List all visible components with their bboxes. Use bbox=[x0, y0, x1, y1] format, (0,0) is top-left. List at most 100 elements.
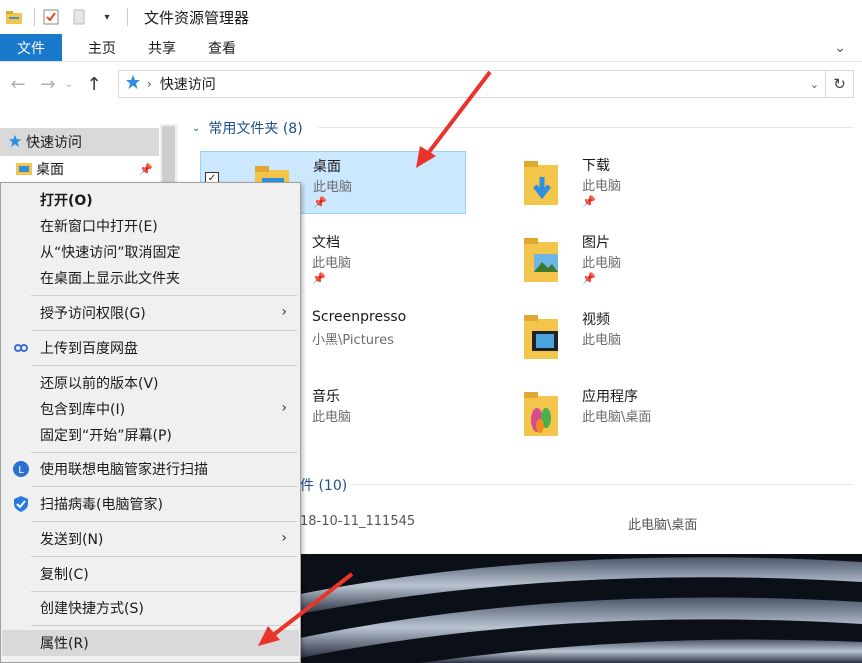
star-icon bbox=[8, 134, 22, 152]
menu-divider bbox=[31, 625, 297, 626]
menu-item-label: 打开(O) bbox=[40, 193, 93, 209]
menu-item-open[interactable]: 打开(O) bbox=[2, 187, 299, 213]
title-bar: ▾ 文件资源管理器 bbox=[0, 0, 862, 34]
menu-item-label: 创建快捷方式(S) bbox=[40, 601, 144, 617]
folder-location: 此电脑 bbox=[312, 256, 352, 271]
properties-quick-icon[interactable] bbox=[41, 7, 61, 27]
forward-arrow-icon[interactable]: → bbox=[36, 72, 60, 96]
recent-files-header[interactable]: 件 (10) bbox=[300, 475, 347, 495]
group-title: 常用文件夹 (8) bbox=[208, 121, 303, 137]
breadcrumb-chevron-icon[interactable]: › bbox=[147, 77, 152, 91]
recent-file-name[interactable]: 18-10-11_111545 bbox=[300, 514, 415, 529]
pin-icon: 📌 bbox=[582, 195, 596, 208]
folder-tile-applications[interactable]: 应用程序 此电脑\桌面 bbox=[470, 382, 736, 445]
menu-divider bbox=[31, 295, 297, 296]
group-title: 件 (10) bbox=[300, 478, 348, 494]
menu-item-label: 还原以前的版本(V) bbox=[40, 376, 159, 392]
back-arrow-icon[interactable]: ← bbox=[6, 72, 30, 96]
folder-name: 文档 bbox=[312, 235, 340, 251]
address-bar[interactable]: › 快速访问 ⌄ bbox=[118, 70, 826, 98]
ribbon-tabs: 文件 主页 共享 查看 ⌄ bbox=[0, 34, 862, 62]
pin-icon: 📌 bbox=[312, 272, 326, 285]
menu-item-label: 属性(R) bbox=[40, 636, 89, 652]
new-folder-quick-icon[interactable] bbox=[69, 7, 89, 27]
sidebar-item-desktop[interactable]: 桌面 📌 bbox=[0, 156, 159, 182]
sidebar-item-label: 桌面 bbox=[36, 162, 64, 178]
scrollbar-thumb[interactable] bbox=[162, 126, 175, 186]
folder-app-icon[interactable] bbox=[4, 7, 24, 27]
breadcrumb-quick-access[interactable]: 快速访问 bbox=[160, 74, 216, 94]
menu-divider bbox=[31, 365, 297, 366]
menu-divider bbox=[31, 521, 297, 522]
menu-item-create-shortcut[interactable]: 创建快捷方式(S) bbox=[2, 595, 299, 621]
menu-item-send-to[interactable]: 发送到(N) › bbox=[2, 526, 299, 552]
menu-item-label: 固定到“开始”屏幕(P) bbox=[40, 428, 172, 444]
folder-name: 视频 bbox=[582, 312, 610, 328]
menu-item-label: 上传到百度网盘 bbox=[40, 341, 138, 357]
menu-item-label: 在桌面上显示此文件夹 bbox=[40, 271, 180, 287]
tab-file[interactable]: 文件 bbox=[0, 34, 62, 61]
folder-tile-videos[interactable]: 视频 此电脑 bbox=[470, 305, 736, 368]
folder-location: 此电脑 bbox=[582, 333, 622, 348]
refresh-icon[interactable]: ↻ bbox=[826, 70, 854, 98]
menu-divider bbox=[31, 591, 297, 592]
tab-view[interactable]: 查看 bbox=[192, 34, 252, 61]
navigation-bar: ← → ⌄ ↑ › 快速访问 ⌄ ↻ bbox=[0, 62, 862, 106]
tab-share[interactable]: 共享 bbox=[132, 34, 192, 61]
lenovo-manager-icon: L bbox=[12, 460, 30, 478]
baidu-netdisk-icon bbox=[12, 339, 30, 357]
menu-item-label: 授予访问权限(G) bbox=[40, 306, 146, 322]
address-dropdown-icon[interactable]: ⌄ bbox=[810, 78, 819, 91]
up-arrow-icon[interactable]: ↑ bbox=[82, 72, 106, 96]
folder-tile-downloads[interactable]: 下载 此电脑 📌 bbox=[470, 151, 736, 214]
frequent-folders-header[interactable]: ⌄ 常用文件夹 (8) bbox=[192, 118, 303, 138]
menu-item-give-access[interactable]: 授予访问权限(G) › bbox=[2, 300, 299, 326]
menu-item-pin-start[interactable]: 固定到“开始”屏幕(P) bbox=[2, 422, 299, 448]
expand-ribbon-icon[interactable]: ⌄ bbox=[834, 34, 846, 61]
recent-locations-icon[interactable]: ⌄ bbox=[62, 72, 76, 96]
menu-item-lenovo-scan[interactable]: L 使用联想电脑管家进行扫描 bbox=[2, 456, 299, 482]
tab-home[interactable]: 主页 bbox=[72, 34, 132, 61]
menu-item-include-library[interactable]: 包含到库中(I) › bbox=[2, 396, 299, 422]
menu-item-label: 扫描病毒(电脑管家) bbox=[40, 497, 163, 513]
menu-item-upload-baidu[interactable]: 上传到百度网盘 bbox=[2, 335, 299, 361]
folder-name: 桌面 bbox=[313, 159, 341, 175]
pictures-folder-icon bbox=[524, 238, 558, 282]
menu-item-properties[interactable]: 属性(R) bbox=[2, 630, 299, 656]
menu-item-unpin-quick-access[interactable]: 从“快速访问”取消固定 bbox=[2, 239, 299, 265]
menu-divider bbox=[31, 452, 297, 453]
customize-toolbar-icon[interactable]: ▾ bbox=[97, 7, 117, 27]
context-menu: 打开(O) 在新窗口中打开(E) 从“快速访问”取消固定 在桌面上显示此文件夹 … bbox=[0, 182, 301, 663]
window-title: 文件资源管理器 bbox=[144, 8, 250, 27]
folder-tile-pictures[interactable]: 图片 此电脑 📌 bbox=[470, 228, 736, 291]
folder-name: 图片 bbox=[582, 235, 610, 251]
downloads-folder-icon bbox=[524, 161, 558, 205]
folder-name: 下载 bbox=[582, 158, 610, 174]
pin-icon: 📌 bbox=[582, 272, 596, 285]
menu-item-label: 从“快速访问”取消固定 bbox=[40, 245, 181, 261]
folder-name: 音乐 bbox=[312, 389, 340, 405]
recent-file-location: 此电脑\桌面 bbox=[628, 518, 698, 533]
folder-location: 此电脑\桌面 bbox=[582, 410, 652, 425]
sidebar-item-quick-access[interactable]: 快速访问 bbox=[0, 128, 159, 156]
group-divider bbox=[350, 484, 854, 485]
title-separator-2 bbox=[127, 8, 128, 26]
menu-item-restore-versions[interactable]: 还原以前的版本(V) bbox=[2, 370, 299, 396]
sidebar-item-label: 快速访问 bbox=[26, 135, 82, 151]
menu-item-virus-scan[interactable]: 扫描病毒(电脑管家) bbox=[2, 491, 299, 517]
submenu-chevron-icon: › bbox=[281, 400, 287, 416]
applications-folder-icon bbox=[524, 392, 558, 436]
menu-item-label: 包含到库中(I) bbox=[40, 402, 126, 418]
menu-item-show-on-desktop[interactable]: 在桌面上显示此文件夹 bbox=[2, 265, 299, 291]
menu-item-open-new-window[interactable]: 在新窗口中打开(E) bbox=[2, 213, 299, 239]
group-divider bbox=[318, 127, 854, 128]
menu-item-copy[interactable]: 复制(C) bbox=[2, 561, 299, 587]
pin-icon: 📌 bbox=[313, 196, 327, 209]
submenu-chevron-icon: › bbox=[281, 530, 287, 546]
menu-divider bbox=[31, 486, 297, 487]
collapse-chevron-icon[interactable]: ⌄ bbox=[192, 123, 200, 134]
star-icon bbox=[125, 74, 141, 94]
folder-location: 此电脑 bbox=[313, 180, 353, 195]
menu-divider bbox=[31, 556, 297, 557]
folder-name: 应用程序 bbox=[582, 389, 638, 405]
